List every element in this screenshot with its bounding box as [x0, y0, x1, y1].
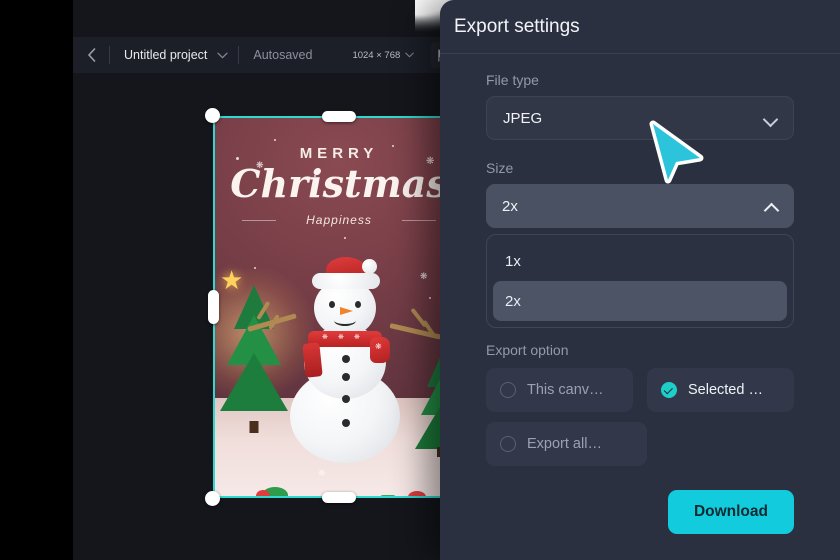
size-dropdown-list: 1x 2x [486, 234, 794, 328]
autosaved-status: Autosaved [253, 48, 313, 62]
file-type-select[interactable]: JPEG [486, 96, 794, 140]
download-button[interactable]: Download [667, 490, 794, 534]
export-option-label-0: This canv… [527, 382, 604, 398]
panel-body: File type JPEG Size 2x 1x 2x Export opti… [440, 54, 840, 534]
canvas-size-label: 1024 × 768 [352, 49, 401, 61]
resize-handle-top-left[interactable] [205, 108, 220, 123]
app-root: Untitled project Autosaved 1024 × 768 ❋ … [0, 0, 840, 560]
download-row: Download [486, 490, 794, 534]
size-label: Size [486, 160, 514, 176]
panel-title: Export settings [454, 15, 580, 37]
chevron-down-icon [405, 52, 414, 58]
artwork-line-1: MERRY [299, 145, 379, 162]
snowflake-icon: ❋ [338, 334, 344, 341]
export-option-label-1: Selected … [688, 382, 763, 398]
snowman-button [342, 419, 350, 427]
radio-off-icon [500, 436, 516, 452]
snowman-scarf-tail [302, 342, 323, 378]
chevron-down-icon [764, 112, 777, 125]
snowflake-icon: ❋ [322, 334, 328, 341]
size-select[interactable]: 2x [486, 184, 794, 228]
size-value: 2x [502, 197, 518, 215]
resize-handle-left[interactable] [208, 290, 219, 324]
snow-dot [274, 139, 276, 141]
carrot-nose-icon [340, 307, 353, 315]
export-option-selected[interactable]: Selected … [647, 368, 794, 412]
snowman-eye [329, 301, 335, 308]
resize-handle-bottom[interactable] [322, 492, 356, 503]
snowflake-icon: ❋ [375, 342, 382, 351]
chevron-left-icon [87, 48, 95, 62]
back-button[interactable] [73, 37, 109, 73]
export-option-row-2: Export all… [486, 422, 794, 466]
artboard-image[interactable]: ❋ ❋ ❋ ❋ ❋ MERRY Christmas Happiness ★ [214, 117, 464, 497]
resize-handle-top[interactable] [322, 111, 356, 122]
snow-dot [254, 267, 256, 269]
resize-handle-bottom-left[interactable] [205, 491, 220, 506]
snowman-button [342, 373, 350, 381]
export-option-label: Export option [486, 342, 569, 358]
export-option-label-2: Export all… [527, 436, 602, 452]
snowflake-icon: ❋ [420, 271, 428, 281]
radio-checked-icon [661, 382, 677, 398]
christmas-tree-left [218, 285, 290, 433]
santa-hat-band [312, 273, 380, 289]
snow-dot [344, 237, 346, 239]
artwork-line-3: Happiness [306, 213, 372, 227]
size-option-1x[interactable]: 1x [493, 241, 787, 281]
canvas-size-button[interactable]: 1024 × 768 [326, 50, 420, 61]
file-type-value: JPEG [503, 109, 543, 127]
snowman-figure: ❋ ❋ ❋ ❋ [247, 257, 442, 463]
export-option-this-canvas[interactable]: This canv… [486, 368, 633, 412]
snowflake-icon: ❋ [318, 468, 326, 478]
artwork-line-2: Christmas [230, 161, 448, 206]
chevron-up-icon [765, 200, 778, 213]
santa-hat-pom [362, 259, 377, 274]
snowman-button [342, 395, 350, 403]
size-option-2x[interactable]: 2x [493, 281, 787, 321]
chevron-down-icon [217, 52, 229, 58]
export-settings-panel: Export settings File type JPEG Size 2x 1… [440, 0, 840, 560]
project-title[interactable]: Untitled project [110, 48, 217, 62]
canvas-selection[interactable]: ❋ ❋ ❋ ❋ ❋ MERRY Christmas Happiness ★ [205, 108, 473, 506]
snowflake-icon: ❋ [354, 334, 360, 341]
export-option-row-1: This canv… Selected … [486, 368, 794, 412]
panel-header: Export settings [440, 0, 840, 54]
radio-off-icon [500, 382, 516, 398]
export-option-export-all[interactable]: Export all… [486, 422, 647, 466]
snowman-button [342, 355, 350, 363]
file-type-label: File type [486, 72, 539, 88]
snow-dot [429, 297, 431, 299]
snowman-mouth [334, 315, 356, 326]
snowman-eye [355, 301, 361, 308]
project-menu-button[interactable] [217, 52, 238, 59]
